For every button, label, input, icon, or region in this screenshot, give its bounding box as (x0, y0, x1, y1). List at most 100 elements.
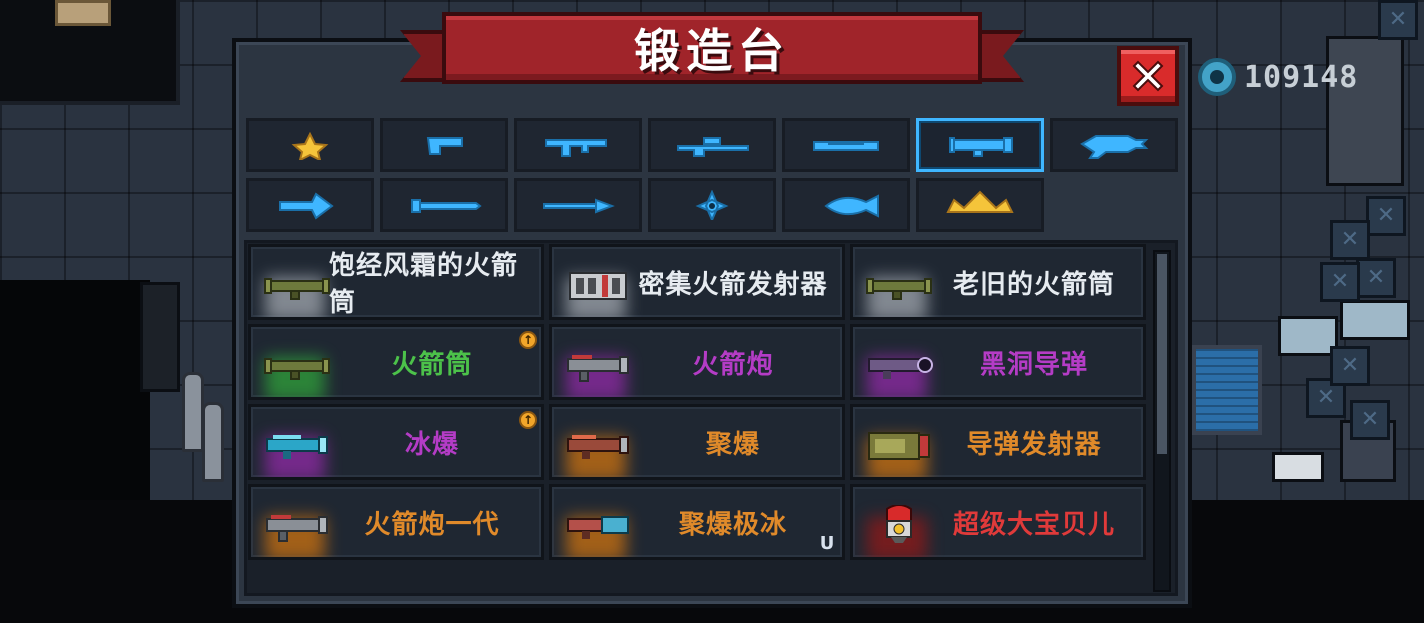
weapon-thumbnail (562, 345, 634, 385)
computer-screen (1192, 345, 1262, 435)
implosion-ice-icon (567, 516, 629, 539)
weapon-thumbnail (562, 265, 634, 305)
weapon-thumbnail (863, 265, 935, 305)
weapon-card[interactable]: 黑洞导弹 (850, 324, 1146, 400)
gem-counter: 109148 (1198, 58, 1358, 96)
tab-throwable[interactable] (648, 178, 776, 232)
rocket-pod-icon (569, 272, 627, 300)
weapon-card[interactable]: 密集火箭发射器 (549, 244, 845, 320)
weapon-thumbnail (863, 504, 935, 545)
tab-rifle[interactable] (514, 118, 642, 172)
weapon-thumbnail (261, 265, 333, 305)
nuke-icon (886, 504, 912, 543)
fish-icon (824, 194, 879, 218)
implosion-launcher-icon (567, 435, 629, 459)
bazooka-icon (866, 278, 932, 300)
weapon-card[interactable]: 老旧的火箭筒 (850, 244, 1146, 320)
desk-object (55, 0, 111, 26)
weapon-thumbnail (261, 345, 333, 385)
weapon-thumbnail (562, 505, 634, 545)
weapon-name: 火箭炮一代 (364, 509, 500, 540)
title-banner: 锻造台 (400, 10, 1024, 92)
tab-fish[interactable] (782, 178, 910, 232)
weapon-card[interactable]: 聚爆极冰 U (549, 484, 845, 560)
weapon-card[interactable]: 火箭筒 ↑ (248, 324, 544, 400)
weapon-card[interactable]: 冰爆 ↑ (248, 404, 544, 480)
weapon-name: 火箭炮 (692, 349, 774, 380)
upgrade-badge-icon: ↑ (519, 331, 537, 349)
banner-plate: 锻造台 (442, 12, 982, 84)
weapon-name: 老旧的火箭筒 (952, 269, 1115, 300)
weapon-card[interactable]: 聚爆 (549, 404, 845, 480)
tab-crown[interactable] (916, 178, 1044, 232)
tab-pistol[interactable] (380, 118, 508, 172)
weapon-thumbnail (863, 425, 935, 465)
tab-shotgun[interactable] (782, 118, 910, 172)
lab-device (1272, 452, 1324, 482)
supply-crate (1366, 196, 1406, 236)
weapon-card[interactable]: 超级大宝贝儿 (850, 484, 1146, 560)
supply-crate (1320, 262, 1360, 302)
supply-crate (1330, 220, 1370, 260)
gas-tank (202, 402, 224, 482)
launcher-icon (949, 137, 1013, 157)
sword-icon (411, 199, 482, 213)
weapon-thumbnail (562, 425, 634, 465)
rifle-icon (545, 139, 607, 157)
tab-sword[interactable] (380, 178, 508, 232)
tab-sniper[interactable] (648, 118, 776, 172)
close-button[interactable] (1117, 46, 1179, 106)
page-title: 锻造台 (634, 24, 790, 78)
shotgun-icon (813, 141, 879, 151)
upgrade-badge-icon: ↑ (519, 411, 537, 429)
rocket-cannon-icon (266, 515, 328, 542)
tab-bow[interactable] (246, 178, 374, 232)
weapon-name: 饱经风霜的火箭筒 (329, 251, 519, 318)
weapon-name: 密集火箭发射器 (638, 269, 828, 300)
weapon-card[interactable]: 火箭炮 (549, 324, 845, 400)
tab-favorites[interactable] (246, 118, 374, 172)
tab-launcher[interactable] (916, 118, 1044, 172)
bazooka-icon (264, 278, 330, 300)
shuriken-icon (695, 190, 729, 220)
lab-bed (1340, 300, 1410, 340)
star-icon (291, 131, 329, 160)
wall-terminal (140, 282, 180, 392)
tab-laser[interactable] (1050, 118, 1178, 172)
weapon-name: 聚爆 (705, 429, 760, 460)
bazooka-icon (264, 358, 330, 380)
weapon-card[interactable]: 火箭炮一代 (248, 484, 544, 560)
weapon-name: 聚爆极冰 (678, 509, 787, 540)
weapon-card[interactable]: 导弹发射器 (850, 404, 1146, 480)
lab-bed (1278, 316, 1338, 356)
magnet-icon: U (819, 533, 835, 554)
weapon-name: 火箭筒 (391, 349, 473, 380)
missile-launcher-icon (868, 432, 930, 460)
crown-icon (946, 190, 1014, 213)
close-icon (1132, 60, 1164, 92)
blackhole-launcher-icon (868, 357, 933, 379)
scrollbar[interactable] (1153, 250, 1171, 592)
bow-icon (279, 192, 334, 220)
rocket-cannon-icon (567, 355, 629, 382)
tab-spear[interactable] (514, 178, 642, 232)
pistol-icon (426, 137, 463, 155)
supply-crate (1330, 346, 1370, 386)
gem-icon (1198, 58, 1236, 96)
gas-tank (182, 372, 204, 452)
supply-crate (1378, 0, 1418, 40)
supply-crate (1356, 258, 1396, 298)
gem-count: 109148 (1244, 59, 1359, 95)
weapon-name: 导弹发射器 (966, 429, 1102, 460)
weapon-thumbnail (261, 425, 333, 465)
scroll-thumb[interactable] (1157, 254, 1167, 454)
weapon-thumbnail (863, 345, 935, 385)
weapon-name: 超级大宝贝儿 (952, 509, 1115, 540)
supply-crate (1350, 400, 1390, 440)
laser-gun-icon (1080, 135, 1149, 159)
weapon-name: 黑洞导弹 (979, 349, 1088, 380)
spear-icon (543, 198, 615, 214)
weapon-card[interactable]: 饱经风霜的火箭筒 (248, 244, 544, 320)
ice-launcher-icon (266, 435, 328, 459)
weapon-name: 冰爆 (404, 429, 459, 460)
